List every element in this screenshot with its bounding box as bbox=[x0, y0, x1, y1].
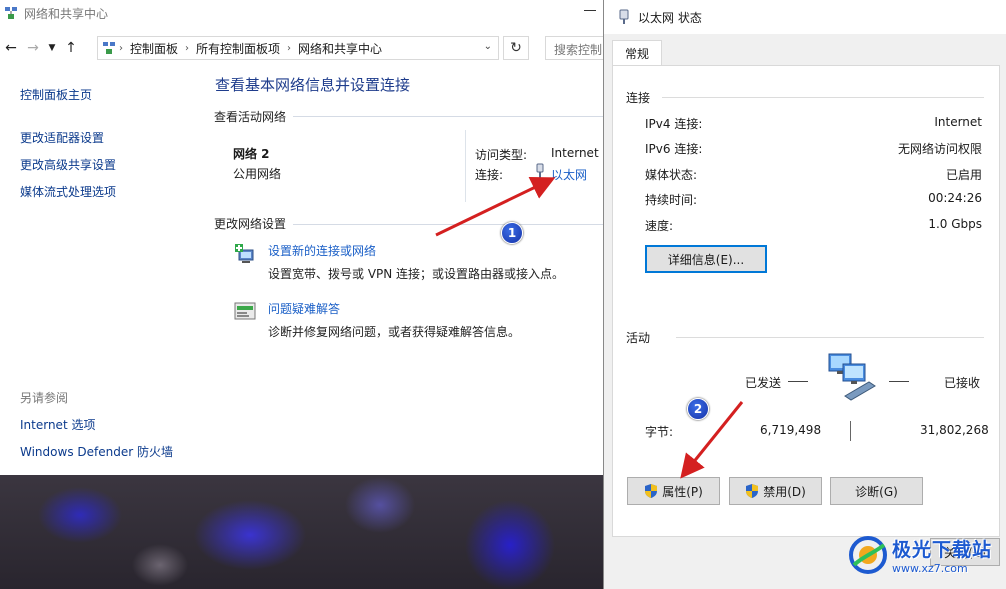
chevron-right-icon: › bbox=[287, 42, 292, 54]
bytes-sent-value: 6,719,498 bbox=[760, 423, 822, 437]
network-kind[interactable]: 公用网络 bbox=[233, 165, 281, 182]
task-new-connection[interactable]: 设置新的连接或网络 设置宽带、拨号或 VPN 连接；或设置路由器或接入点。 bbox=[233, 242, 564, 282]
step-badge-2: 2 bbox=[687, 398, 709, 420]
speed-label: 速度: bbox=[645, 219, 674, 233]
properties-button[interactable]: 属性(P) bbox=[627, 477, 720, 505]
dialog-title: 以太网 状态 bbox=[638, 10, 702, 25]
change-settings-header: 更改网络设置 bbox=[214, 217, 287, 231]
refresh-button[interactable]: ↻ bbox=[503, 36, 529, 60]
ethernet-icon bbox=[536, 163, 544, 178]
left-navigation: 控制面板主页 更改适配器设置 更改高级共享设置 媒体流式处理选项 bbox=[20, 86, 116, 210]
disable-button-label: 禁用(D) bbox=[763, 484, 806, 499]
divider bbox=[662, 97, 984, 98]
active-networks-header: 查看活动网络 bbox=[214, 110, 287, 124]
breadcrumb-item[interactable]: 网络和共享中心 bbox=[298, 40, 382, 57]
task-troubleshoot[interactable]: 问题疑难解答 诊断并修复网络问题，或者获得疑难解答信息。 bbox=[233, 300, 520, 340]
breadcrumb[interactable]: › 控制面板 › 所有控制面板项 › 网络和共享中心 ⌄ bbox=[97, 36, 499, 60]
window-titlebar: 网络和共享中心 bbox=[0, 0, 604, 26]
divider bbox=[293, 116, 604, 117]
sent-label: 已发送 bbox=[745, 376, 782, 390]
divider bbox=[676, 337, 984, 338]
chevron-right-icon: › bbox=[119, 42, 123, 54]
watermark-url: www.xz7.com bbox=[892, 562, 968, 575]
step-badge-1: 1 bbox=[501, 222, 523, 244]
ipv6-label: IPv6 连接: bbox=[645, 142, 703, 156]
duration-label: 持续时间: bbox=[645, 193, 698, 207]
see-also: 另请参阅 Internet 选项 Windows Defender 防火墙 bbox=[20, 389, 173, 470]
task-description: 设置宽带、拨号或 VPN 连接；或设置路由器或接入点。 bbox=[268, 267, 565, 281]
back-button[interactable]: ← bbox=[0, 36, 22, 60]
ipv4-label: IPv4 连接: bbox=[645, 117, 703, 131]
tab-general[interactable]: 常规 bbox=[612, 40, 662, 66]
connection-group-label: 连接 bbox=[626, 91, 651, 105]
minimize-button[interactable] bbox=[584, 10, 596, 11]
divider bbox=[889, 381, 909, 382]
troubleshoot-icon bbox=[234, 302, 256, 320]
diagnose-button[interactable]: 诊断(G) bbox=[830, 477, 923, 505]
breadcrumb-item[interactable]: 控制面板 bbox=[130, 40, 178, 57]
uac-shield-icon bbox=[645, 484, 658, 498]
media-state-value: 已启用 bbox=[945, 168, 982, 182]
forward-button[interactable]: → bbox=[22, 36, 44, 60]
nav-advanced-sharing[interactable]: 更改高级共享设置 bbox=[20, 156, 116, 173]
bytes-received-value: 31,802,268 bbox=[920, 423, 989, 437]
link-internet-options[interactable]: Internet 选项 bbox=[20, 416, 173, 433]
media-state-label: 媒体状态: bbox=[645, 168, 698, 182]
tab-page bbox=[612, 65, 1000, 537]
task-title[interactable]: 设置新的连接或网络 bbox=[268, 242, 564, 259]
nav-change-adapter[interactable]: 更改适配器设置 bbox=[20, 129, 116, 146]
divider bbox=[850, 421, 851, 441]
divider bbox=[465, 130, 466, 202]
page-title: 查看基本网络信息并设置连接 bbox=[215, 76, 411, 94]
address-toolbar: ← → ▼ ↑ › 控制面板 › 所有控制面板项 › 网络和共享中心 ⌄ ↻ 搜… bbox=[0, 34, 615, 62]
task-description: 诊断并修复网络问题，或者获得疑难解答信息。 bbox=[268, 325, 521, 339]
network-activity-icon bbox=[828, 353, 876, 401]
task-title[interactable]: 问题疑难解答 bbox=[268, 300, 520, 317]
activity-group-label: 活动 bbox=[626, 331, 651, 345]
chevron-down-icon[interactable]: ⌄ bbox=[484, 41, 492, 52]
dialog-titlebar: 以太网 状态 bbox=[604, 0, 1006, 34]
ethernet-icon bbox=[619, 9, 629, 24]
bytes-label: 字节: bbox=[645, 425, 674, 439]
window-title: 网络和共享中心 bbox=[24, 6, 109, 21]
details-button[interactable]: 详细信息(E)... bbox=[645, 245, 767, 273]
network-name: 网络 2 bbox=[233, 147, 270, 161]
breadcrumb-item[interactable]: 所有控制面板项 bbox=[196, 40, 280, 57]
new-connection-icon bbox=[235, 244, 254, 263]
disable-button[interactable]: 禁用(D) bbox=[729, 477, 822, 505]
nav-media-streaming[interactable]: 媒体流式处理选项 bbox=[20, 183, 116, 200]
speed-value: 1.0 Gbps bbox=[928, 217, 982, 231]
network-center-icon bbox=[103, 42, 115, 54]
see-also-header: 另请参阅 bbox=[20, 391, 69, 405]
watermark-logo-icon bbox=[849, 536, 887, 574]
nav-control-panel-home[interactable]: 控制面板主页 bbox=[20, 86, 116, 103]
access-type-label: 访问类型: bbox=[475, 148, 528, 162]
network-center-icon bbox=[5, 7, 17, 19]
access-type-value: Internet bbox=[551, 146, 599, 160]
ipv4-value: Internet bbox=[934, 115, 982, 129]
link-defender-firewall[interactable]: Windows Defender 防火墙 bbox=[20, 443, 173, 460]
chevron-right-icon: › bbox=[185, 42, 190, 54]
uac-shield-icon bbox=[746, 484, 759, 498]
properties-button-label: 属性(P) bbox=[662, 484, 703, 499]
connection-label: 连接: bbox=[475, 168, 504, 182]
divider bbox=[293, 224, 604, 225]
duration-value: 00:24:26 bbox=[928, 191, 982, 205]
ethernet-link[interactable]: 以太网 bbox=[551, 166, 587, 183]
watermark-name: 极光下载站 bbox=[892, 539, 993, 561]
recent-locations-button[interactable]: ▼ bbox=[44, 36, 60, 60]
up-button[interactable]: ↑ bbox=[60, 36, 82, 60]
divider bbox=[788, 381, 808, 382]
received-label: 已接收 bbox=[944, 376, 981, 390]
ipv6-value: 无网络访问权限 bbox=[897, 142, 982, 156]
watermark: 极光下载站 www.xz7.com bbox=[848, 535, 992, 575]
